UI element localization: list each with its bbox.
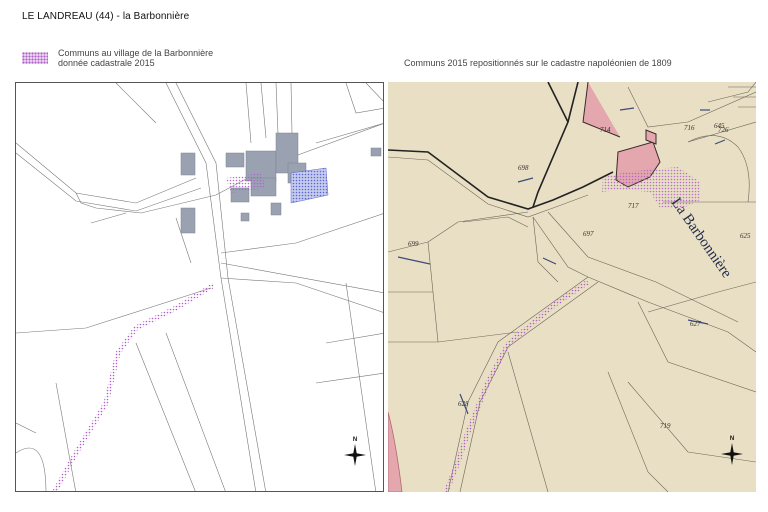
- communs-path-2015: [52, 282, 216, 491]
- north-arrow-right: N: [720, 436, 744, 466]
- parcel-lines: [16, 83, 383, 491]
- map-2015-cadastre[interactable]: N: [15, 82, 384, 492]
- parcel-number-marks: [397, 107, 726, 415]
- cadastre-1809-drawing: La Barbonnière: [388, 82, 756, 492]
- map-1809-cadastre[interactable]: La Barbonnière N 714 716 726 717 698 697…: [388, 82, 756, 492]
- legend-line-2: donnée cadastrale 2015: [58, 58, 155, 68]
- buildings-2015: [180, 132, 382, 234]
- road-edge-pink: [388, 411, 403, 492]
- compass-icon: [721, 443, 743, 465]
- legend: Communs au village de la Barbonnière don…: [58, 48, 213, 68]
- legend-line-1: Communs au village de la Barbonnière: [58, 48, 214, 58]
- compass-icon: [344, 444, 366, 466]
- parcel-lines-1809: [388, 82, 756, 492]
- right-map-caption: Communs 2015 repositionnés sur le cadast…: [404, 58, 672, 68]
- place-name-label: La Barbonnière: [668, 195, 735, 281]
- north-arrow-left: N: [343, 437, 367, 467]
- communs-block-2015: [290, 167, 329, 204]
- cadastre-2015-drawing: [16, 83, 383, 491]
- legend-swatch: [22, 52, 48, 64]
- map-title: LE LANDREAU (44) - la Barbonnière: [22, 11, 190, 22]
- roads-1809: [388, 82, 614, 210]
